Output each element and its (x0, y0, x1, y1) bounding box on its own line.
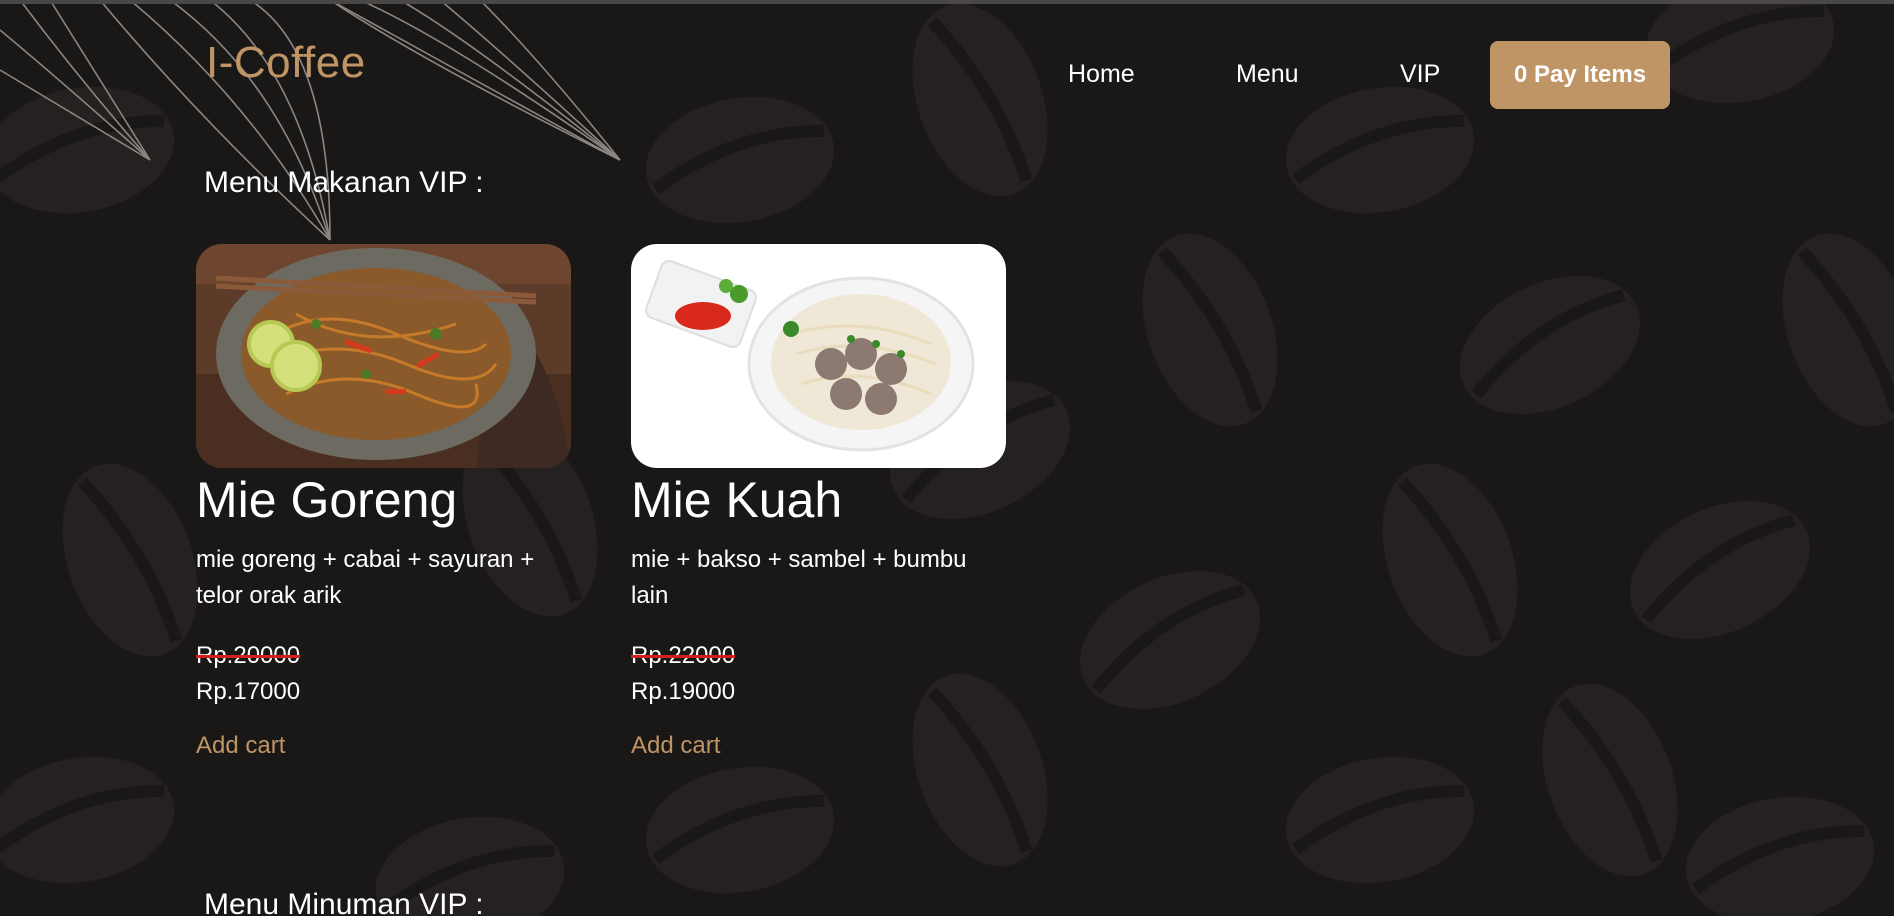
old-price: Rp.22000 (631, 642, 736, 669)
item-description: mie goreng + cabai + sayuran + telor ora… (196, 546, 535, 609)
new-price: Rp.17000 (196, 678, 301, 705)
item-name: Mie Goreng (196, 472, 458, 528)
nav-menu[interactable]: Menu (1236, 60, 1299, 89)
add-cart-button[interactable]: Add cart (631, 732, 720, 760)
menu-card: Mie Kuah mie + bakso + sambel + bumbu la… (631, 244, 1006, 760)
top-border (0, 0, 1894, 4)
old-price: Rp.20000 (196, 642, 301, 669)
nav-home[interactable]: Home (1068, 60, 1135, 89)
item-name: Mie Kuah (631, 472, 843, 528)
mie-kuah-image (631, 244, 1006, 468)
add-cart-button[interactable]: Add cart (196, 732, 285, 760)
menu-card: Mie Goreng mie goreng + cabai + sayuran … (196, 244, 571, 760)
food-section-title: Menu Makanan VIP : (204, 166, 484, 199)
drink-section-title: Menu Minuman VIP : (204, 888, 484, 916)
new-price: Rp.19000 (631, 678, 736, 705)
mie-goreng-image (196, 244, 571, 468)
nav-vip[interactable]: VIP (1400, 60, 1440, 89)
item-description: mie + bakso + sambel + bumbu lain (631, 546, 967, 609)
brand-logo[interactable]: I-Coffee (206, 38, 366, 88)
page: I-Coffee Home Menu VIP 0 Pay Items Menu … (0, 0, 1894, 916)
pay-items-button[interactable]: 0 Pay Items (1490, 41, 1670, 109)
